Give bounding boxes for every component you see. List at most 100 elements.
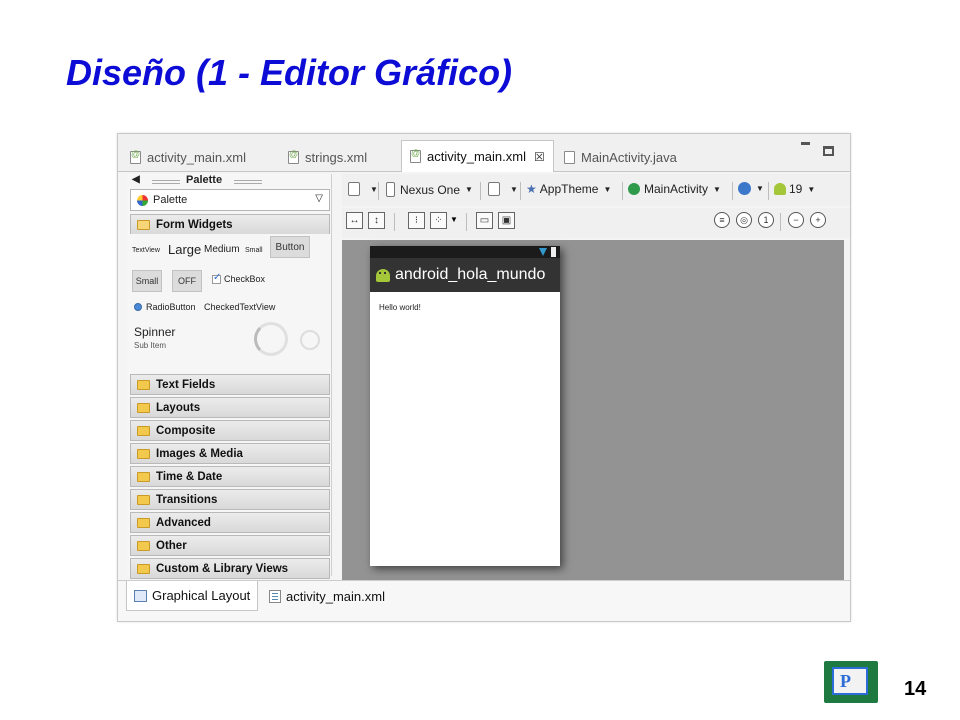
activity-dropdown[interactable]: MainActivity ▼ bbox=[628, 182, 721, 196]
widget-medium[interactable]: Medium bbox=[204, 244, 240, 255]
folder-icon bbox=[137, 563, 150, 574]
minimize-icon[interactable] bbox=[801, 142, 810, 145]
star-icon: ★ bbox=[526, 182, 537, 196]
tab-strings[interactable]: strings.xml bbox=[288, 143, 367, 172]
signal-icon bbox=[539, 248, 547, 256]
category-images-media[interactable]: Images & Media bbox=[130, 443, 330, 464]
chevron-down-icon: ▼ bbox=[603, 184, 612, 194]
widget-toggle-button[interactable]: OFF bbox=[172, 270, 202, 292]
margins-icon[interactable]: ⁝ bbox=[408, 212, 425, 229]
category-text-fields[interactable]: Text Fields bbox=[130, 374, 330, 395]
category-label: Text Fields bbox=[156, 378, 216, 391]
close-icon[interactable]: ☒ bbox=[534, 150, 545, 164]
xml-file-icon bbox=[410, 148, 421, 163]
locale-dropdown[interactable]: ▼ bbox=[738, 182, 764, 195]
category-label: Composite bbox=[156, 424, 216, 437]
widget-small-button[interactable]: Small bbox=[132, 270, 162, 292]
layout-canvas[interactable]: android_hola_mundo Hello world! bbox=[342, 240, 844, 580]
category-label: Time & Date bbox=[156, 470, 223, 483]
category-layouts[interactable]: Layouts bbox=[130, 397, 330, 418]
theme-dropdown[interactable]: ★ AppTheme ▼ bbox=[526, 182, 611, 196]
phone-icon bbox=[386, 182, 395, 197]
category-label: Form Widgets bbox=[156, 218, 233, 231]
canvas-toolbar: ↔ ↕ ⁝ ⁘ ▼ ▭ ▣ ≡ ◎ 1 − + bbox=[342, 208, 850, 238]
palette-selector[interactable]: Palette ▽ bbox=[130, 189, 330, 211]
zoom-out-icon[interactable]: − bbox=[788, 212, 804, 228]
action-bar: android_hola_mundo bbox=[370, 258, 560, 292]
widget-checkedtextview[interactable]: CheckedTextView bbox=[204, 302, 275, 312]
slide: Diseño (1 - Editor Gráfico) activity_mai… bbox=[0, 0, 960, 720]
device-label: Nexus One bbox=[400, 182, 461, 197]
tab-activity-main-active[interactable]: activity_main.xml ☒ bbox=[401, 140, 554, 172]
clear-weights-icon[interactable]: ▣ bbox=[498, 212, 515, 229]
hello-world-text[interactable]: Hello world! bbox=[379, 303, 421, 312]
gravity-icon[interactable]: ⁘ bbox=[430, 212, 447, 229]
chevron-down-icon: ▼ bbox=[510, 184, 518, 194]
radiobutton-label: RadioButton bbox=[146, 302, 196, 312]
status-bar bbox=[370, 246, 560, 258]
category-composite[interactable]: Composite bbox=[130, 420, 330, 441]
zoom-in-icon[interactable]: + bbox=[810, 212, 826, 228]
category-label: Advanced bbox=[156, 516, 211, 529]
palette-panel: ◀ Palette Palette ▽ Form Widgets TextVie… bbox=[126, 174, 332, 579]
widget-textview[interactable]: TextView bbox=[132, 247, 160, 254]
form-widgets-area: TextView Large Medium Small Button Small… bbox=[130, 234, 330, 378]
ide-window: activity_main.xml strings.xml activity_m… bbox=[117, 133, 851, 622]
drag-handle-icon[interactable] bbox=[152, 180, 180, 184]
tab-main-activity-java[interactable]: MainActivity.java bbox=[564, 143, 677, 172]
category-custom-library-views[interactable]: Custom & Library Views bbox=[130, 558, 330, 579]
layout-toolbar: ▼ Nexus One ▼ ▼ ★ AppTheme ▼ MainActivity ▼ bbox=[342, 174, 850, 206]
device-preview[interactable]: android_hola_mundo Hello world! bbox=[370, 246, 560, 566]
palette-header-label: Palette bbox=[186, 174, 223, 186]
widget-checkbox[interactable]: CheckBox bbox=[212, 272, 265, 284]
category-form-widgets[interactable]: Form Widgets bbox=[130, 214, 330, 235]
toggle-fill-width-icon[interactable]: ↔ bbox=[346, 212, 363, 229]
progress-large-icon[interactable] bbox=[254, 322, 288, 356]
progress-small-icon[interactable] bbox=[300, 330, 320, 350]
category-label: Other bbox=[156, 539, 187, 552]
folder-icon bbox=[137, 402, 150, 413]
chevron-down-icon[interactable]: ▼ bbox=[450, 215, 458, 224]
xml-file-icon bbox=[130, 149, 141, 164]
widget-radiobutton[interactable]: RadioButton bbox=[134, 302, 196, 312]
tab-activity-main-1[interactable]: activity_main.xml bbox=[130, 143, 246, 172]
orientation-dropdown[interactable]: ▼ bbox=[488, 182, 518, 196]
folder-icon bbox=[137, 517, 150, 528]
logo-inner: P bbox=[832, 667, 868, 695]
theme-label: AppTheme bbox=[539, 182, 599, 196]
api-level-dropdown[interactable]: 19 ▼ bbox=[774, 182, 815, 196]
widget-small-text[interactable]: Small bbox=[245, 247, 263, 254]
category-other[interactable]: Other bbox=[130, 535, 330, 556]
collapse-arrow-icon[interactable]: ◀ bbox=[132, 174, 140, 185]
xml-file-icon bbox=[269, 589, 281, 603]
activity-label: MainActivity bbox=[644, 182, 709, 196]
widget-large[interactable]: Large bbox=[168, 242, 201, 257]
widget-spinner[interactable]: Spinner bbox=[134, 325, 175, 339]
separator bbox=[520, 182, 521, 200]
zoom-fit-icon[interactable]: ≡ bbox=[714, 212, 730, 228]
category-advanced[interactable]: Advanced bbox=[130, 512, 330, 533]
tab-label: strings.xml bbox=[305, 150, 368, 165]
editor-tab-bar: activity_main.xml strings.xml activity_m… bbox=[118, 134, 850, 172]
category-label: Transitions bbox=[156, 493, 218, 506]
tab-graphical-layout[interactable]: Graphical Layout bbox=[126, 581, 259, 611]
palette-selector-label: Palette bbox=[153, 194, 188, 206]
config-file-dropdown[interactable]: ▼ bbox=[348, 182, 378, 196]
palette-header: ◀ Palette bbox=[126, 174, 332, 188]
device-dropdown[interactable]: Nexus One ▼ bbox=[386, 182, 473, 197]
java-file-icon bbox=[564, 151, 575, 164]
toggle-fill-height-icon[interactable]: ↕ bbox=[368, 212, 385, 229]
widget-button[interactable]: Button bbox=[270, 236, 310, 258]
zoom-emulate-icon[interactable]: ◎ bbox=[736, 212, 752, 228]
maximize-icon[interactable] bbox=[823, 146, 834, 156]
category-transitions[interactable]: Transitions bbox=[130, 489, 330, 510]
category-time-date[interactable]: Time & Date bbox=[130, 466, 330, 487]
tab-label: activity_main.xml bbox=[147, 150, 246, 165]
activity-icon bbox=[628, 183, 640, 195]
drag-handle-icon[interactable] bbox=[234, 180, 262, 184]
tab-activity-main-xml[interactable]: activity_main.xml bbox=[262, 581, 392, 611]
radio-icon bbox=[134, 303, 142, 311]
distribute-weights-icon[interactable]: ▭ bbox=[476, 212, 493, 229]
xml-file-icon bbox=[288, 149, 299, 164]
zoom-100-icon[interactable]: 1 bbox=[758, 212, 774, 228]
